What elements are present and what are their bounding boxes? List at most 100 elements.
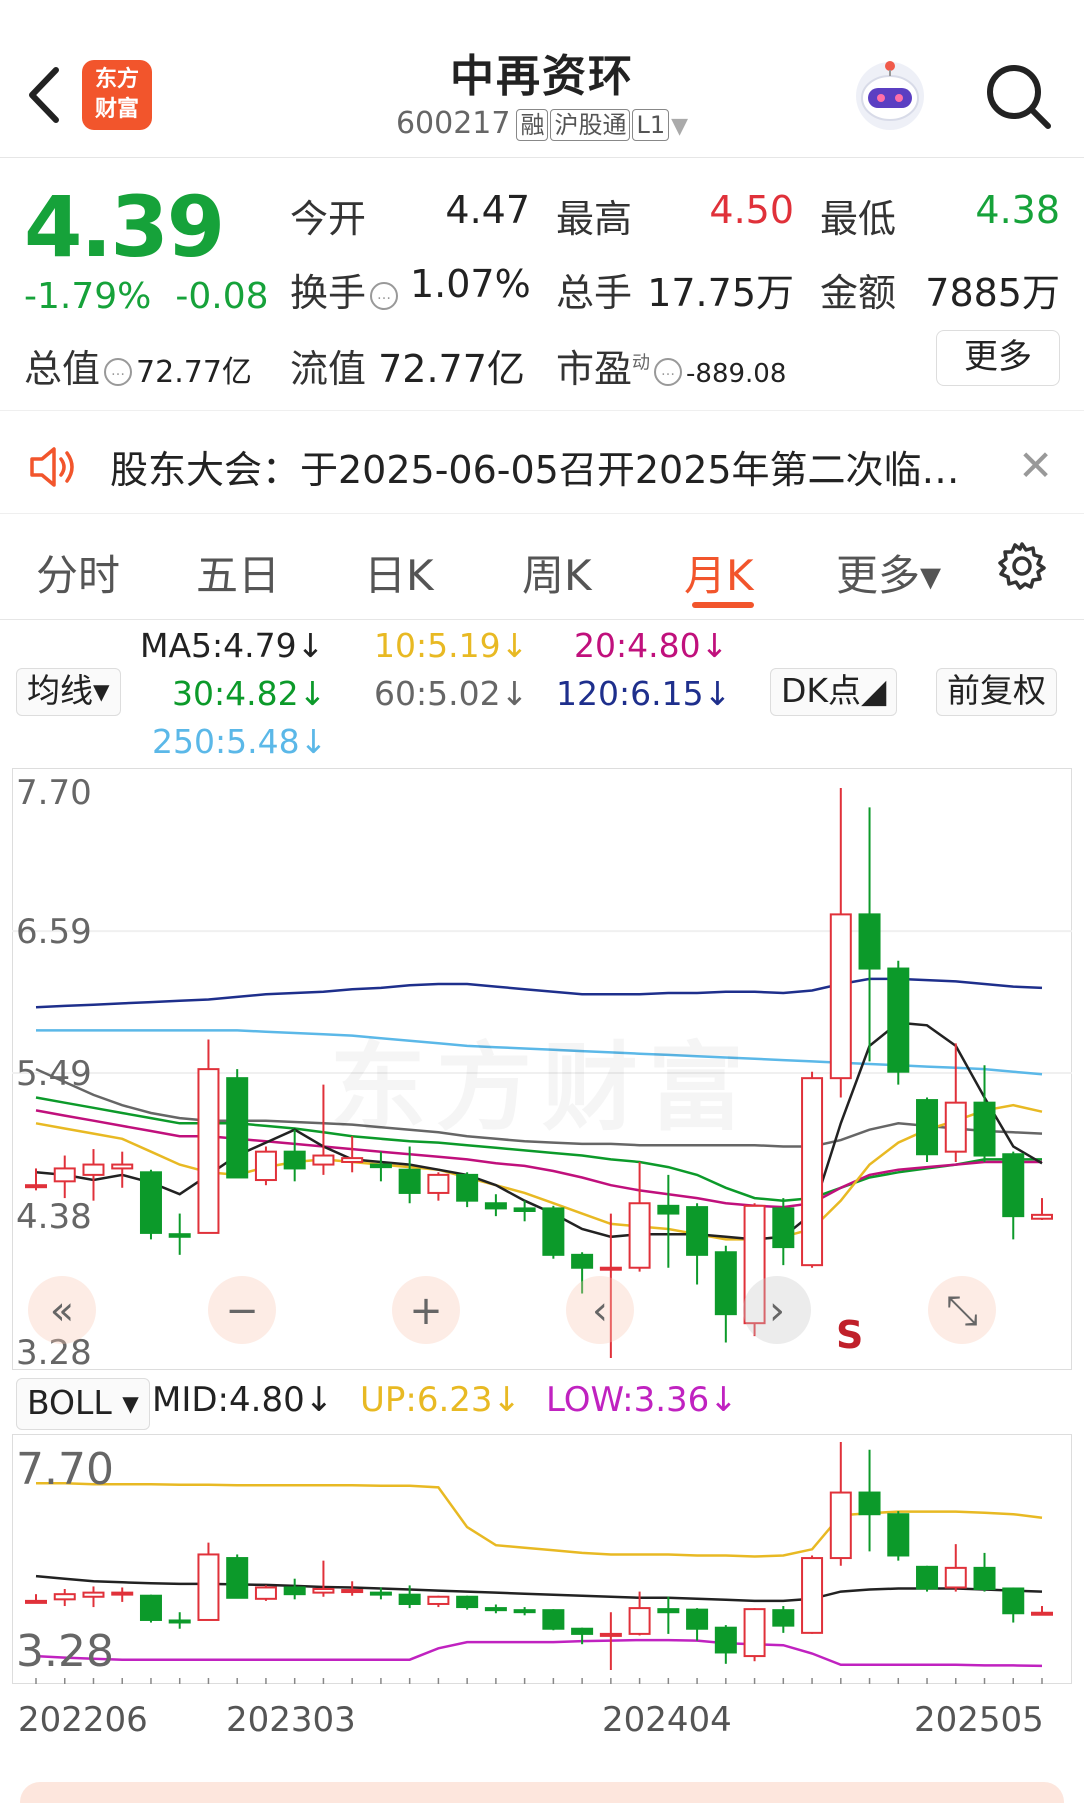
chart-control-button[interactable]: ‹ [566, 1276, 634, 1344]
boll-candle-body [657, 1608, 680, 1614]
boll-low-label: LOW:3.36↓ [546, 1380, 738, 1420]
candle-body [973, 1101, 996, 1157]
ma20-label: 20:4.80↓ [574, 626, 729, 665]
candle-body [456, 1173, 479, 1202]
candle-body [369, 1163, 392, 1169]
dk-point-button[interactable]: DK点◢ [770, 668, 898, 716]
candle-body [513, 1207, 536, 1212]
candle-body [484, 1202, 507, 1210]
ma250-label: 250:5.48↓ [152, 722, 328, 761]
boll-candle-body [427, 1595, 450, 1605]
boll-y-axis-label: 3.28 [16, 1626, 114, 1677]
boll-selector[interactable]: BOLL ▾ [16, 1378, 150, 1430]
candle-body [197, 1068, 220, 1234]
turnover-value: 1.07% [410, 262, 531, 306]
candle-body [111, 1163, 134, 1170]
change-amount: -0.08 [175, 276, 269, 317]
open-value: 4.47 [445, 188, 530, 232]
chart-control-button[interactable]: − [208, 1276, 276, 1344]
control-glyph: « [50, 1288, 74, 1334]
chart-control-button[interactable]: « [28, 1276, 96, 1344]
notice-text: 股东大会：于2025-06-05召开2025年第二次临… [110, 448, 960, 492]
chart-period-tabs: 分时 五日 日K 周K 月K 更多▾ [0, 514, 1084, 620]
boll-candle-body [226, 1557, 249, 1599]
boll-candle-body [513, 1609, 536, 1614]
tab-weekly-k[interactable]: 周K [522, 542, 592, 603]
volume-label: 总手 [556, 271, 633, 315]
candle-body [858, 913, 881, 970]
boll-candle-body [484, 1607, 507, 1612]
mktcap-label: 总值… 72.77亿 [24, 347, 252, 391]
boll-candle-body [829, 1491, 852, 1560]
candle-body [772, 1207, 795, 1249]
change-percent: -1.79% [24, 276, 152, 317]
more-quote-button[interactable]: 更多 [936, 330, 1060, 386]
control-glyph: ⤡ [946, 1288, 978, 1334]
boll-candle-body [772, 1609, 795, 1627]
notice-bar[interactable]: 股东大会：于2025-06-05召开2025年第二次临… ✕ [0, 410, 1084, 514]
tab-daily-k[interactable]: 日K [364, 542, 434, 603]
mktcap-value: 72.77亿 [136, 355, 252, 390]
tab-intraday[interactable]: 分时 [36, 542, 120, 603]
low-label: 最低 [820, 197, 897, 241]
search-icon[interactable] [980, 58, 1056, 134]
open-label: 今开 [290, 197, 367, 241]
boll-candle-body [801, 1557, 824, 1634]
control-glyph: › [769, 1288, 785, 1334]
header: 东方 财富 中再资环 600217 融沪股通 L1 ▼ [0, 0, 1084, 158]
ma120-label: 120:6.15↓ [556, 674, 732, 713]
price-change: -1.79% -0.08 [24, 276, 269, 317]
candle-body [1031, 1213, 1053, 1220]
boll-candle-body [887, 1513, 910, 1557]
x-axis-label: 202206 [18, 1700, 148, 1740]
info-icon[interactable]: … [370, 281, 399, 310]
candle-body [341, 1157, 364, 1163]
boll-candle-body [599, 1632, 622, 1637]
chart-control-button[interactable]: + [392, 1276, 460, 1344]
volume-value: 17.75万 [647, 271, 794, 315]
chart-control-button[interactable]: ⤡ [928, 1276, 996, 1344]
info-icon[interactable]: … [654, 357, 683, 386]
high-label: 最高 [556, 197, 633, 241]
control-glyph: ‹ [592, 1288, 608, 1334]
settings-gear-icon[interactable] [996, 540, 1048, 592]
candle-body [599, 1266, 622, 1271]
y-axis-label: 4.38 [16, 1197, 92, 1237]
float-label: 流值 72.77亿 [290, 347, 525, 391]
dropdown-caret-icon[interactable]: ▼ [671, 114, 688, 139]
bottom-action-bar[interactable] [20, 1782, 1064, 1803]
chart-control-button[interactable]: › [743, 1276, 811, 1344]
candle-body [168, 1233, 191, 1238]
tab-more[interactable]: 更多▾ [836, 542, 941, 603]
connect-tag: 沪股通 [550, 109, 631, 141]
boll-candle-body [686, 1608, 709, 1630]
boll-candle-body [25, 1599, 47, 1604]
active-tab-indicator [692, 602, 754, 608]
indicator-selector[interactable]: 均线▾ [16, 668, 121, 716]
candle-body [916, 1099, 939, 1156]
current-price: 4.39 [24, 178, 225, 276]
boll-candle-body [312, 1588, 335, 1594]
tab-five-day[interactable]: 五日 [196, 542, 280, 603]
level-tag: L1 [632, 109, 670, 141]
tab-monthly-k[interactable]: 月K [684, 542, 754, 603]
candle-body [571, 1253, 594, 1269]
candle-body [657, 1204, 680, 1215]
boll-candle-body [53, 1593, 76, 1601]
candle-body [283, 1150, 306, 1170]
candle-body [714, 1251, 737, 1316]
close-icon[interactable]: ✕ [1018, 441, 1053, 490]
stock-code: 600217 [395, 106, 511, 141]
candle-body [1002, 1153, 1025, 1218]
adjust-button[interactable]: 前复权 [936, 668, 1057, 716]
assistant-robot-icon[interactable] [848, 54, 932, 138]
boll-candle-body [743, 1608, 766, 1658]
boll-candle-body [542, 1609, 565, 1630]
candle-body [542, 1207, 565, 1256]
boll-chart[interactable]: 7.70 3.28 [12, 1434, 1072, 1684]
sell-signal-marker: S [836, 1313, 863, 1357]
ma60-label: 60:5.02↓ [374, 674, 529, 713]
info-icon[interactable]: … [104, 357, 133, 386]
boll-candle-body [254, 1586, 277, 1600]
x-axis-label: 202404 [602, 1700, 732, 1740]
